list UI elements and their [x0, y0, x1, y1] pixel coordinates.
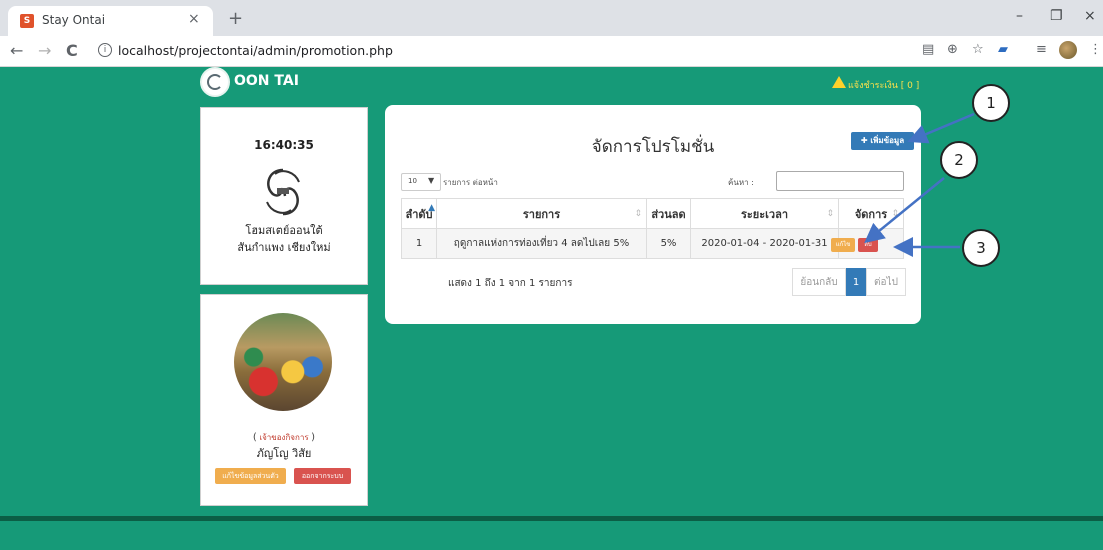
annotation-arrows	[864, 112, 975, 257]
callout-2: 2	[940, 141, 978, 179]
callout-2-arrow	[864, 177, 945, 244]
callout-3: 3	[962, 229, 1000, 267]
callout-1-arrow	[907, 112, 975, 144]
callout-1: 1	[972, 84, 1010, 122]
